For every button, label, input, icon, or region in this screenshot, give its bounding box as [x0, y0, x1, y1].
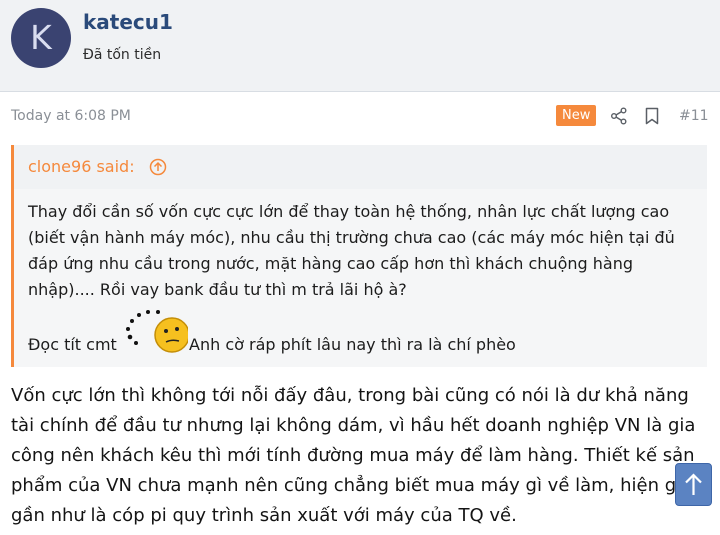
dizzy-smiley-icon	[126, 310, 188, 353]
post-body-text: Vốn cực lớn thì không tới nỗi đấy đâu, t…	[11, 385, 696, 526]
post-timestamp[interactable]: Today at 6:08 PM	[11, 108, 131, 124]
quote-header: clone96 said:	[14, 145, 707, 189]
quote-author-link[interactable]: clone96 said:	[28, 157, 135, 176]
quote-text-line: Đọc tít cmt	[28, 335, 117, 354]
new-badge: New	[556, 105, 597, 126]
quote-jump-arrow-icon[interactable]	[149, 158, 167, 176]
bookmark-icon[interactable]	[644, 107, 660, 125]
quote-text: Thay đổi cần số vốn cực cực lớn để thay …	[28, 202, 675, 299]
user-header: K katecu1 Đã tốn tiền	[0, 0, 720, 92]
post-meta: Today at 6:08 PM New #11	[0, 95, 720, 135]
scroll-to-top-button[interactable]	[675, 463, 712, 506]
share-icon[interactable]	[610, 107, 628, 125]
avatar[interactable]: K	[11, 8, 71, 68]
arrow-up-icon	[685, 473, 702, 495]
username-link[interactable]: katecu1	[83, 10, 173, 34]
quote-block: clone96 said: Thay đổi cần số vốn cực cự…	[11, 145, 707, 367]
user-title: Đã tốn tiền	[83, 47, 162, 63]
quote-text-line-end: Anh cờ ráp phít lâu nay thì ra là chí ph…	[189, 335, 516, 354]
post-number[interactable]: #11	[679, 108, 709, 124]
